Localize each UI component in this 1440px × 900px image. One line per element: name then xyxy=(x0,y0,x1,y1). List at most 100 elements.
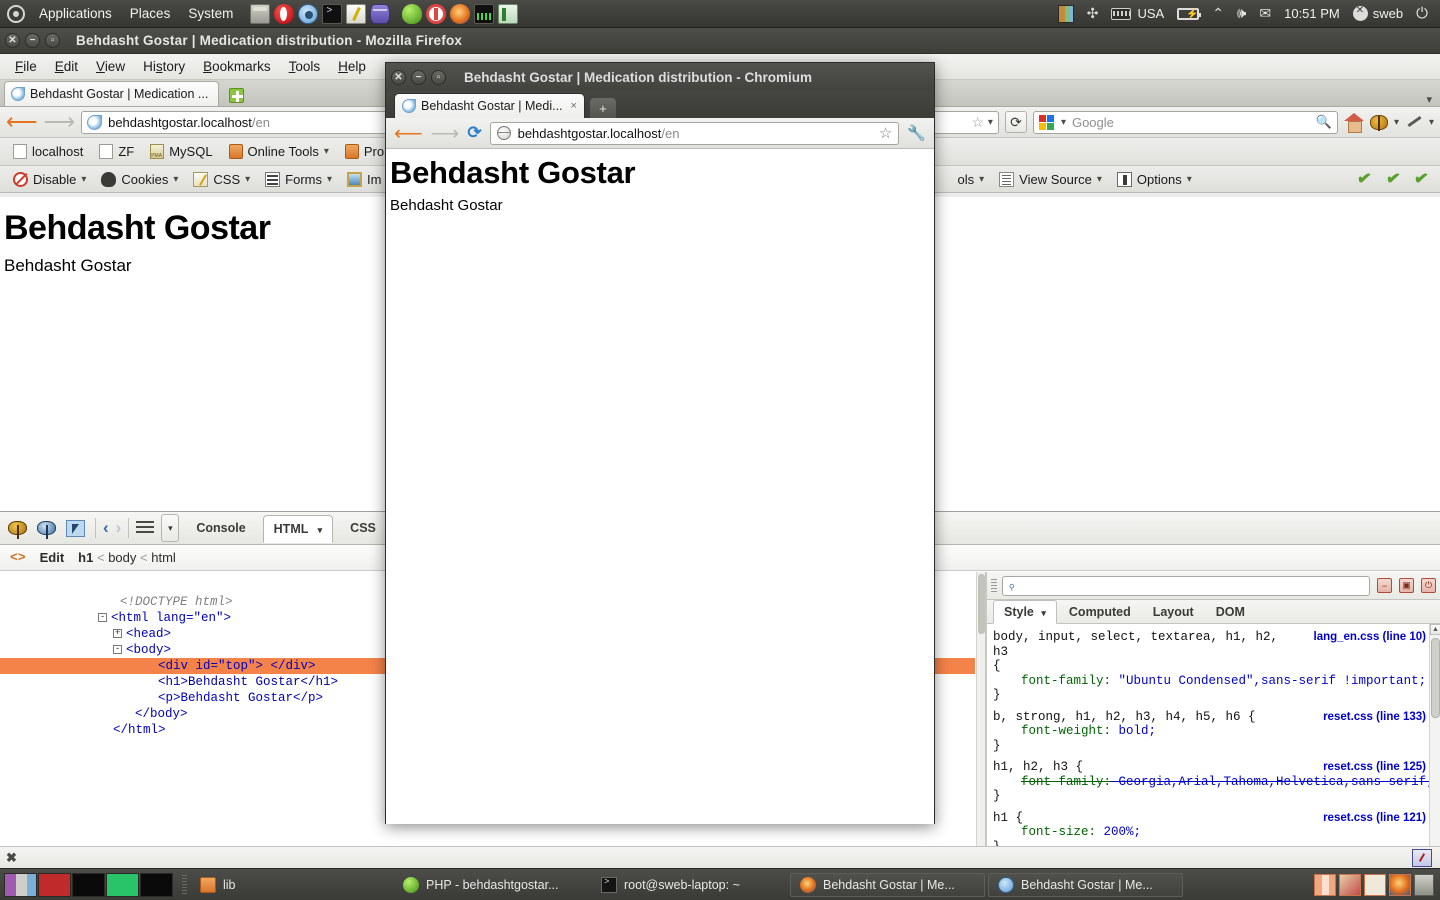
bar-icon[interactable] xyxy=(498,3,519,24)
css-source-link[interactable]: lang_en.css (line 10) xyxy=(1314,630,1427,645)
workspace-4[interactable] xyxy=(106,872,139,897)
firebug-tab-html[interactable]: HTML ▾ xyxy=(262,514,334,543)
firebug-edit-button[interactable]: Edit xyxy=(40,550,65,565)
menu-tools[interactable]: Tools xyxy=(280,56,330,77)
color-picker-icon[interactable] xyxy=(1405,114,1423,130)
firebug-minimize-button[interactable]: − xyxy=(1377,578,1392,593)
css-declaration[interactable]: font-weight: bold; xyxy=(993,724,1440,739)
firebug-options-dropdown[interactable]: ▾ xyxy=(161,514,180,542)
database-icon[interactable] xyxy=(370,3,391,24)
firebug-tab-css[interactable]: CSS xyxy=(340,515,386,541)
balloon-icon[interactable] xyxy=(402,3,423,24)
bookmark-mysql[interactable]: MySQL xyxy=(143,141,219,162)
workspace-switcher[interactable] xyxy=(4,872,174,897)
next-arrow-icon[interactable]: › xyxy=(116,518,122,538)
bookmark-localhost[interactable]: localhost xyxy=(6,141,90,162)
mail-icon[interactable]: ✉ xyxy=(1255,3,1275,24)
firefox-maximize-button[interactable]: ▫ xyxy=(45,33,60,48)
text-editor-icon[interactable] xyxy=(346,3,367,24)
terminal-icon[interactable] xyxy=(322,3,343,24)
tray-icon-2[interactable] xyxy=(1339,873,1361,896)
webdev-images-menu[interactable]: Im xyxy=(340,169,388,190)
menu-help[interactable]: Help xyxy=(329,56,375,77)
workspace-3[interactable] xyxy=(72,872,105,897)
breadcrumb-item-body[interactable]: body xyxy=(108,550,136,565)
tray-icon-4[interactable] xyxy=(1389,873,1411,896)
firebug-tab-console[interactable]: Console xyxy=(186,515,255,541)
reload-button[interactable]: ⟳ xyxy=(467,123,481,143)
inspect-pointer-icon[interactable] xyxy=(66,518,88,538)
bluetooth-icon[interactable]: ✣ xyxy=(1083,3,1103,24)
bookmark-star-icon[interactable]: ☆ xyxy=(971,114,984,131)
code-brackets-icon[interactable]: <> xyxy=(10,550,26,565)
css-rule[interactable]: body, input, select, textarea, h1, h2, h… xyxy=(993,630,1440,703)
html-tree-scrollbar[interactable] xyxy=(976,572,985,859)
close-icon[interactable]: × xyxy=(571,100,577,112)
search-input[interactable]: ⌕ xyxy=(1002,575,1370,596)
collapse-twisty-icon[interactable]: - xyxy=(113,645,123,655)
menu-history[interactable]: History xyxy=(134,56,194,77)
chromium-address-bar[interactable]: behdashtgostar.localhost/en ☆ xyxy=(489,121,900,145)
task-chromium[interactable]: Behdasht Gostar | Me... xyxy=(988,872,1183,897)
validator-check-icon-3[interactable]: ✔ xyxy=(1412,168,1430,190)
scrollbar-thumb[interactable] xyxy=(1431,638,1440,718)
firefox-minimize-button[interactable]: − xyxy=(25,33,40,48)
search-engine-caret-icon[interactable]: ▾ xyxy=(1061,117,1066,128)
breadcrumb-item-h1[interactable]: h1 xyxy=(78,550,93,565)
scroll-up-arrow-icon[interactable]: ▲ xyxy=(1430,624,1440,635)
css-source-link[interactable]: reset.css (line 125) xyxy=(1323,760,1426,775)
task-php[interactable]: PHP - behdashtgostar... xyxy=(394,873,589,897)
menu-view[interactable]: View xyxy=(87,56,134,77)
chromium-minimize-button[interactable]: − xyxy=(411,69,426,85)
collapse-twisty-icon[interactable]: - xyxy=(98,613,108,623)
user-menu[interactable]: sweb xyxy=(1349,4,1407,23)
bookmark-star-icon[interactable]: ☆ xyxy=(879,124,892,142)
home-icon[interactable] xyxy=(1343,113,1364,133)
picker-caret-icon[interactable]: ▾ xyxy=(1429,117,1434,128)
bookmark-online-tools[interactable]: Online Tools ▾ xyxy=(222,141,336,162)
webdev-options-menu[interactable]: Options ▾ xyxy=(1110,169,1199,190)
firebug-bug-icon[interactable] xyxy=(8,518,30,539)
webdev-forms-menu[interactable]: Forms ▾ xyxy=(258,169,339,190)
wifi-icon[interactable]: ⌃ xyxy=(1208,3,1228,24)
css-source-link[interactable]: reset.css (line 121) xyxy=(1323,811,1426,826)
tab-layout[interactable]: Layout xyxy=(1143,601,1204,623)
firebug-caret-icon[interactable]: ▾ xyxy=(1394,117,1399,128)
firefox-icon[interactable] xyxy=(450,3,471,24)
menu-bookmarks[interactable]: Bookmarks xyxy=(194,56,280,77)
tab-list-caret-icon[interactable]: ▾ xyxy=(1426,93,1432,106)
firefox-new-tab-button[interactable] xyxy=(223,84,249,106)
css-rules-list[interactable]: body, input, select, textarea, h1, h2, h… xyxy=(987,624,1440,859)
css-source-link[interactable]: reset.css (line 133) xyxy=(1323,710,1426,725)
tray-icon-3[interactable] xyxy=(1364,873,1386,896)
chromium-close-button[interactable]: ✕ xyxy=(391,69,406,85)
reload-button[interactable]: ⟳ xyxy=(1004,111,1027,133)
css-declaration[interactable]: font-family: "Ubuntu Condensed",sans-ser… xyxy=(993,674,1440,689)
workspace-1[interactable] xyxy=(4,872,37,897)
task-terminal[interactable]: root@sweb-laptop: ~ xyxy=(592,873,787,897)
firebug-bug-blue-icon[interactable] xyxy=(37,518,59,539)
menu-places[interactable]: Places xyxy=(121,3,180,24)
tab-style[interactable]: Style ▾ xyxy=(993,600,1057,624)
search-magnifier-icon[interactable]: 🔍 xyxy=(1316,114,1332,130)
trash-icon[interactable] xyxy=(1414,873,1434,896)
css-declaration[interactable]: font-size: 200%; xyxy=(993,825,1440,840)
page-speed-icon[interactable] xyxy=(1412,848,1432,867)
chromium-new-tab-button[interactable]: + xyxy=(589,98,616,118)
task-lib[interactable]: lib xyxy=(191,873,391,897)
workspace-5[interactable] xyxy=(140,872,173,897)
tray-icon-1[interactable] xyxy=(1314,873,1336,896)
lifebuoy-icon[interactable] xyxy=(426,3,447,24)
firefox-close-button[interactable]: ✕ xyxy=(5,33,20,48)
css-rule-disabled[interactable]: h1, h2, h3 { font-family: Georgia,Arial,… xyxy=(993,760,1440,804)
menu-file[interactable]: File xyxy=(6,56,46,77)
power-icon[interactable]: ⏻ xyxy=(1412,3,1432,24)
firefox-tab[interactable]: Behdasht Gostar | Medication ... xyxy=(4,81,220,106)
firebug-close-button[interactable]: ⏻ xyxy=(1421,578,1436,593)
task-firefox[interactable]: Behdasht Gostar | Me... xyxy=(790,872,985,897)
keyboard-indicator[interactable]: USA xyxy=(1107,4,1168,23)
ubuntu-logo-icon[interactable] xyxy=(7,4,25,23)
expand-twisty-icon[interactable]: + xyxy=(113,629,123,639)
webdev-cookies-menu[interactable]: Cookies ▾ xyxy=(94,169,185,190)
calculator-icon[interactable] xyxy=(250,3,271,24)
